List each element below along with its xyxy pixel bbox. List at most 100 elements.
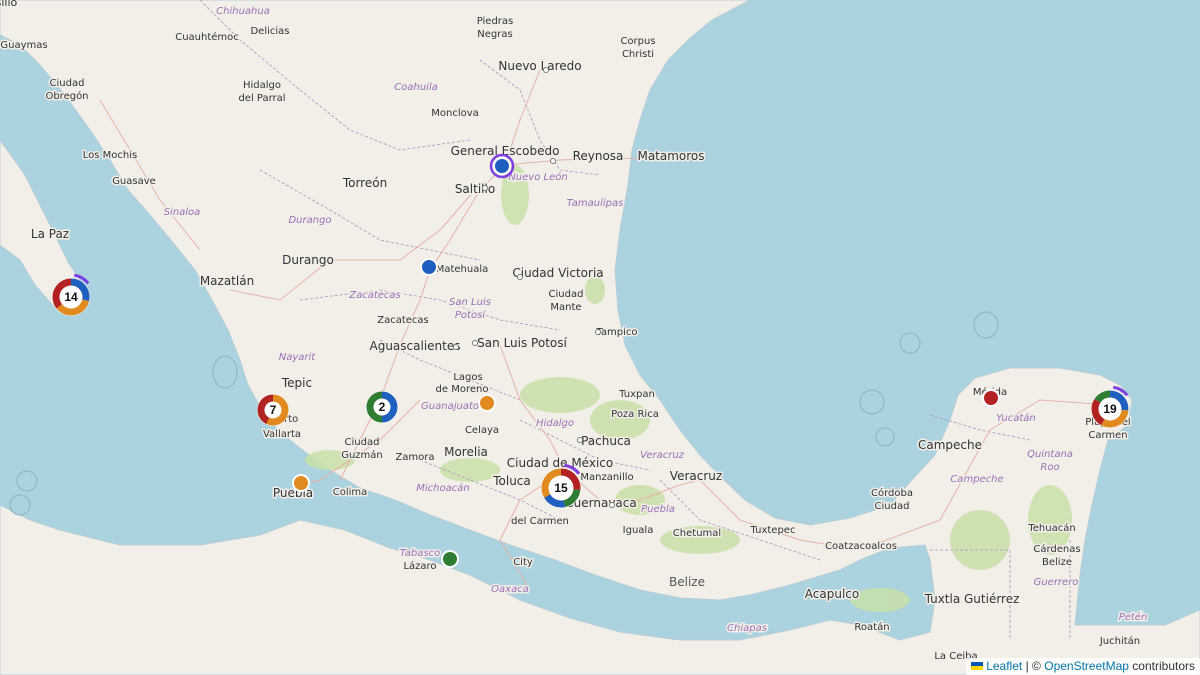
- map-label-28: Durango: [282, 253, 334, 267]
- map-label-78: Iguala: [623, 525, 654, 536]
- map-label-7: Corpus: [620, 36, 655, 47]
- map-label-93: Petén: [1119, 611, 1148, 623]
- city-dot: [577, 437, 583, 443]
- map-label-35: Ciudad: [549, 289, 584, 300]
- map-label-66: Toluca: [492, 474, 531, 488]
- map-label-5: Piedras: [477, 16, 514, 27]
- map-label-36: Mante: [550, 302, 581, 313]
- city-dot: [595, 329, 601, 335]
- city-dot: [517, 274, 523, 280]
- map-label-51: Celaya: [465, 425, 499, 436]
- map-label-9: Nuevo Laredo: [498, 59, 581, 73]
- map-label-19: Matamoros: [637, 149, 704, 163]
- map-label-40: San Luis Potosí: [477, 336, 567, 350]
- map-label-26: Durango: [288, 215, 331, 226]
- map-label-75: Córdoba: [871, 487, 913, 499]
- map-label-25: Tamaulipas: [567, 198, 624, 209]
- city-dot: [453, 344, 459, 350]
- map-label-37: Zacatecas: [377, 315, 429, 326]
- map-label-68: Campeche: [950, 474, 1003, 485]
- map-cluster[interactable]: 7: [257, 394, 289, 426]
- map-marker-orange[interactable]: [478, 394, 496, 412]
- attribution-separator: |: [1025, 659, 1029, 673]
- map-label-12: Hidalgo: [243, 80, 281, 91]
- map-label-3: Cuauhtémoc: [175, 31, 239, 43]
- map-label-59: Guzmán: [341, 449, 383, 461]
- map-label-85: Cárdenas: [1033, 543, 1080, 555]
- map-label-82: Coatzacoalcos: [825, 541, 897, 552]
- map-marker-blue[interactable]: [420, 258, 438, 276]
- map-label-69: Colima: [333, 487, 368, 498]
- map-label-46: Guanajuato: [421, 401, 479, 412]
- map-label-33: San Luis: [449, 297, 491, 308]
- attribution-copyright: ©: [1032, 659, 1041, 673]
- city-dot: [550, 158, 556, 164]
- map-label-6: Negras: [477, 29, 512, 40]
- map-label-24: Sinaloa: [164, 207, 201, 218]
- city-dot: [609, 502, 615, 508]
- map-label-64: Quintana: [1027, 449, 1073, 460]
- map-label-65: Roo: [1040, 462, 1059, 473]
- map-marker-orange[interactable]: [292, 474, 310, 492]
- map-label-87: City: [513, 557, 533, 568]
- city-dot: [472, 340, 478, 346]
- map-attribution: Leaflet | © OpenStreetMap contributors: [966, 658, 1200, 675]
- map-label-22: Saltillo: [455, 182, 495, 196]
- map-label-34: Potosí: [455, 309, 486, 321]
- map-label-57: Campeche: [918, 438, 982, 452]
- map-label-81: Tuxtepec: [750, 525, 796, 536]
- map-label-77: del Carmen: [511, 516, 569, 527]
- map-label-62: Ciudad de México: [507, 456, 613, 470]
- map-label-0: Hermosillo: [0, 0, 17, 9]
- map-label-16: Los Mochis: [83, 150, 137, 161]
- map-label-74: Puebla: [641, 504, 675, 515]
- map-cluster[interactable]: 2: [366, 391, 398, 423]
- leaflet-link[interactable]: Leaflet: [986, 659, 1022, 673]
- map-label-4: Delicias: [250, 26, 289, 37]
- map-label-43: Lagos: [453, 372, 482, 383]
- map-label-38: Tampico: [595, 327, 637, 338]
- map-label-94: Roatán: [854, 621, 889, 633]
- map-marker-red[interactable]: [982, 389, 1000, 407]
- map-label-88: Guerrero: [1034, 577, 1079, 588]
- map-label-14: Coahuila: [394, 82, 438, 93]
- map-label-32: Zacatecas: [348, 290, 401, 301]
- cluster-count: 7: [270, 403, 277, 417]
- map-label-79: Tehuacán: [1027, 522, 1075, 534]
- map-canvas[interactable]: Hermosillo Chihuahua Guaymas Cuauhtémoc Deli…: [0, 0, 1200, 675]
- map-label-2: Guaymas: [0, 40, 47, 51]
- map-label-1: Chihuahua: [216, 6, 270, 17]
- cluster-count: 15: [554, 481, 568, 495]
- map-label-91: Acapulco: [805, 587, 859, 601]
- map-label-23: Nuevo León: [508, 171, 567, 183]
- map-label-53: Hidalgo: [536, 418, 574, 429]
- map-label-89: Belize: [669, 575, 705, 589]
- map-marker-blue[interactable]: [489, 153, 515, 179]
- map-label-8: Christi: [622, 49, 654, 60]
- map-label-42: Tepic: [281, 376, 312, 390]
- cluster-count: 2: [379, 400, 386, 414]
- map-label-80: Chetumal: [673, 528, 721, 539]
- map-label-84: Lázaro: [403, 560, 436, 572]
- map-label-11: Obregón: [45, 90, 88, 102]
- map-label-27: La Paz: [31, 227, 69, 241]
- map-label-50: Vallarta: [263, 429, 301, 440]
- map-label-73: Manzanillo: [580, 472, 633, 483]
- map-label-20: Guasave: [112, 176, 156, 187]
- map-label-96: Juchitán: [1099, 635, 1140, 647]
- map-label-60: Zamora: [395, 452, 434, 463]
- map-label-56: Carmen: [1088, 430, 1127, 441]
- map-label-21: Torreón: [342, 176, 387, 190]
- map-label-52: Pachuca: [581, 434, 631, 448]
- map-label-18: Reynosa: [573, 149, 624, 163]
- city-dot: [482, 185, 488, 191]
- map-label-30: Ciudad Victoria: [512, 266, 603, 280]
- map-label-13: del Parral: [238, 93, 285, 104]
- map-marker-green[interactable]: [441, 550, 459, 568]
- map-label-29: Matehuala: [436, 264, 489, 275]
- cluster-count: 14: [64, 290, 78, 304]
- map-label-76: Ciudad: [875, 501, 910, 512]
- ukraine-flag-icon: [971, 662, 984, 670]
- openstreetmap-link[interactable]: OpenStreetMap: [1044, 659, 1129, 673]
- map-label-83: Tabasco: [400, 548, 441, 559]
